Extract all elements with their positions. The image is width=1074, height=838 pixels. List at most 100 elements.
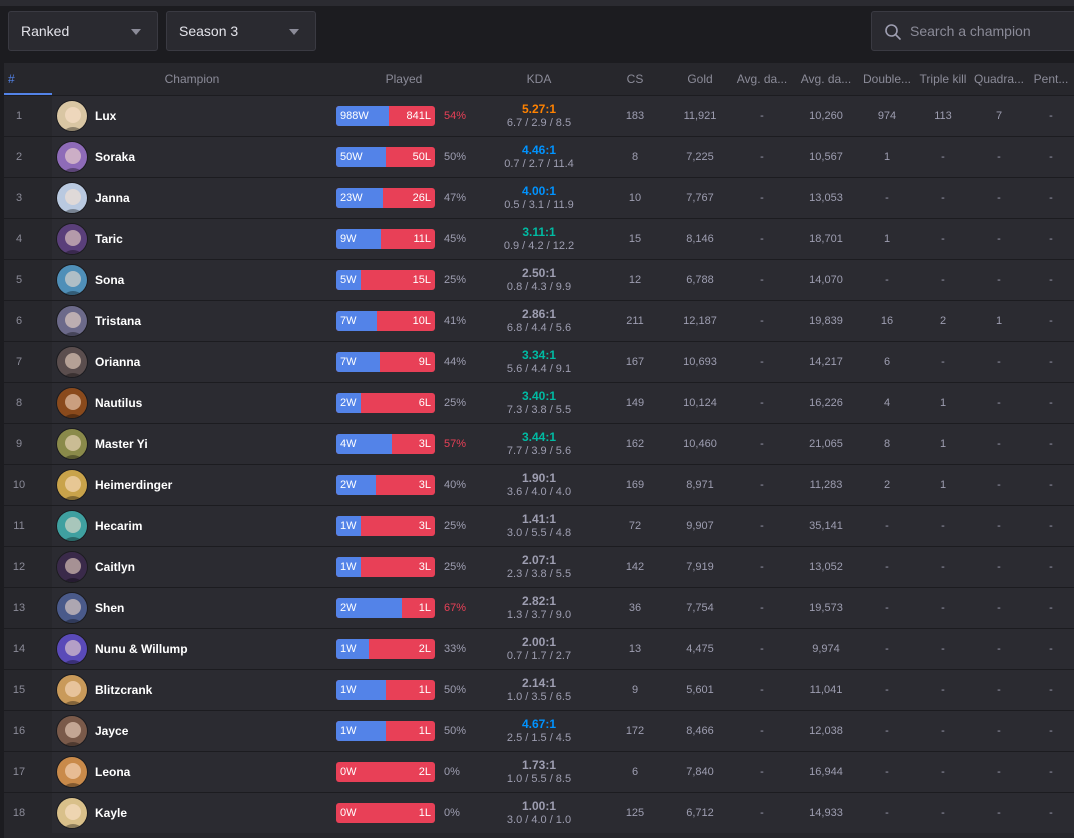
table-row[interactable]: 16 Jayce 1W 1L 50% 4.67:1 2.5 / 1.5 / 4.5 172 8,… [4,710,1074,751]
rank-cell: 7 [15,356,23,368]
win-loss-bar: 0W 2L [336,762,435,782]
champion-name[interactable]: Sona [95,260,124,300]
champion-avatar [56,469,88,501]
wins-label: 7W [340,315,357,327]
double-kill-cell: - [885,192,889,204]
penta-kill-cell: - [1049,110,1053,122]
avg-damage-dealt-cell: - [760,274,764,286]
kda-detail: 0.5 / 3.1 / 11.9 [504,199,574,211]
table-row[interactable]: 13 Shen 2W 1L 67% 2.82:1 1.3 / 3.7 / 9.0 36 7,75… [4,587,1074,628]
champion-name[interactable]: Shen [95,588,124,628]
quadra-kill-cell: - [997,561,1001,573]
header-avg-damage-dealt[interactable]: Avg. da... [732,63,792,95]
rank-cell: 11 [13,520,25,532]
win-loss-bar: 0W 1L [336,803,435,823]
header-played[interactable]: Played [334,63,474,95]
win-loss-bar: 23W 26L [336,188,435,208]
table-row[interactable]: 9 Master Yi 4W 3L 57% 3.44:1 7.7 / 3.9 / 5.6 16… [4,423,1074,464]
kda-cell: 1.41:1 3.0 / 5.5 / 4.8 [494,506,584,546]
table-row[interactable]: 10 Heimerdinger 2W 3L 40% 1.90:1 3.6 / 4.0 / 4… [4,464,1074,505]
champion-name[interactable]: Caitlyn [95,547,135,587]
champion-avatar [56,592,88,624]
champion-name[interactable]: Tristana [95,301,141,341]
losses-label: 3L [418,520,431,532]
champion-avatar [56,223,88,255]
table-row[interactable]: 4 Taric 9W 11L 45% 3.11:1 0.9 / 4.2 / 12.2 15 8,… [4,218,1074,259]
search-input[interactable] [910,12,1070,50]
cs-cell: 169 [625,479,645,491]
champion-name[interactable]: Orianna [95,342,140,382]
wins-label: 2W [340,602,357,614]
top-divider [0,0,1074,6]
avg-damage-dealt-cell: - [760,643,764,655]
kda-detail: 0.8 / 4.3 / 9.9 [506,281,572,293]
header-penta-kill[interactable]: Pent... [1028,63,1074,95]
penta-kill-cell: - [1049,520,1053,532]
table-row[interactable]: 5 Sona 5W 15L 25% 2.50:1 0.8 / 4.3 / 9.9 12 6,78… [4,259,1074,300]
kda-cell: 2.82:1 1.3 / 3.7 / 9.0 [494,588,584,628]
champion-name[interactable]: Heimerdinger [95,465,172,505]
win-loss-bar: 2W 3L [336,475,435,495]
champion-name[interactable]: Leona [95,752,130,792]
penta-kill-cell: - [1049,315,1053,327]
champion-name[interactable]: Taric [95,219,123,259]
header-double-kill[interactable]: Double... [860,63,914,95]
champion-name[interactable]: Nautilus [95,383,142,423]
champion-name[interactable]: Hecarim [95,506,142,546]
champion-name[interactable]: Nunu & Willump [95,629,188,669]
queue-select[interactable]: Ranked [8,11,158,51]
champion-name[interactable]: Kayle [95,793,127,833]
avg-damage-dealt-cell: - [760,684,764,696]
table-row[interactable]: 6 Tristana 7W 10L 41% 2.86:1 6.8 / 4.4 / 5.6 21… [4,300,1074,341]
kda-detail: 6.7 / 2.9 / 8.5 [506,117,572,129]
table-row[interactable]: 7 Orianna 7W 9L 44% 3.34:1 5.6 / 4.4 / 9.1 167 1… [4,341,1074,382]
header-cs[interactable]: CS [610,63,660,95]
champion-name[interactable]: Jayce [95,711,128,751]
header-champion[interactable]: Champion [52,63,332,95]
table-row[interactable]: 12 Caitlyn 1W 3L 25% 2.07:1 2.3 / 3.8 / 5.5 142… [4,546,1074,587]
avg-damage-dealt-cell: - [760,315,764,327]
cs-cell: 149 [625,397,645,409]
champion-name[interactable]: Lux [95,96,116,136]
header-quadra-kill[interactable]: Quadra... [972,63,1026,95]
season-select[interactable]: Season 3 [166,11,316,51]
gold-cell: 11,921 [683,110,717,122]
kda-cell: 2.86:1 6.8 / 4.4 / 5.6 [494,301,584,341]
header-gold[interactable]: Gold [668,63,732,95]
kda-ratio: 4.46:1 [521,143,557,157]
champion-name[interactable]: Janna [95,178,130,218]
kda-cell: 1.73:1 1.0 / 5.5 / 8.5 [494,752,584,792]
champion-name[interactable]: Soraka [95,137,135,177]
table-row[interactable]: 15 Blitzcrank 1W 1L 50% 2.14:1 1.0 / 3.5 / 6.5… [4,669,1074,710]
header-rank[interactable]: # [4,63,52,95]
quadra-kill-cell: - [997,151,1001,163]
penta-kill-cell: - [1049,602,1053,614]
champion-name[interactable]: Master Yi [95,424,148,464]
header-kda[interactable]: KDA [494,63,584,95]
avg-damage-dealt-cell: - [760,807,764,819]
kda-detail: 7.3 / 3.8 / 5.5 [506,404,572,416]
table-row[interactable]: 11 Hecarim 1W 3L 25% 1.41:1 3.0 / 5.5 / 4.8 72 9… [4,505,1074,546]
winrate: 50% [444,725,467,737]
losses-label: 6L [418,397,431,409]
kda-detail: 0.7 / 1.7 / 2.7 [506,650,572,662]
table-row[interactable]: 18 Kayle 0W 1L 0% 1.00:1 3.0 / 4.0 / 1.0 125 6,7… [4,792,1074,833]
header-avg-damage-taken[interactable]: Avg. da... [794,63,858,95]
winrate: 0% [444,807,460,819]
double-kill-cell: - [885,807,889,819]
table-row[interactable]: 14 Nunu & Willump 1W 2L 33% 2.00:1 0.7 / 1.7 /… [4,628,1074,669]
losses-label: 3L [418,438,431,450]
gold-cell: 7,225 [686,151,714,163]
penta-kill-cell: - [1049,151,1053,163]
table-row[interactable]: 2 Soraka 50W 50L 50% 4.46:1 0.7 / 2.7 / 11.4 8 7… [4,136,1074,177]
table-row[interactable]: 17 Leona 0W 2L 0% 1.73:1 1.0 / 5.5 / 8.5 6 7,840… [4,751,1074,792]
champion-search[interactable] [871,11,1074,51]
table-row[interactable]: 1 Lux 988W 841L 54% 5.27:1 6.7 / 2.9 / 8.5 183 1… [4,95,1074,136]
header-triple-kill[interactable]: Triple kill [916,63,970,95]
champion-name[interactable]: Blitzcrank [95,670,152,710]
table-row[interactable]: 3 Janna 23W 26L 47% 4.00:1 0.5 / 3.1 / 11.9 10 7… [4,177,1074,218]
wins-label: 0W [340,766,357,778]
table-row[interactable]: 8 Nautilus 2W 6L 25% 3.40:1 7.3 / 3.8 / 5.5 149… [4,382,1074,423]
wins-label: 1W [340,684,357,696]
gold-cell: 4,475 [686,643,714,655]
